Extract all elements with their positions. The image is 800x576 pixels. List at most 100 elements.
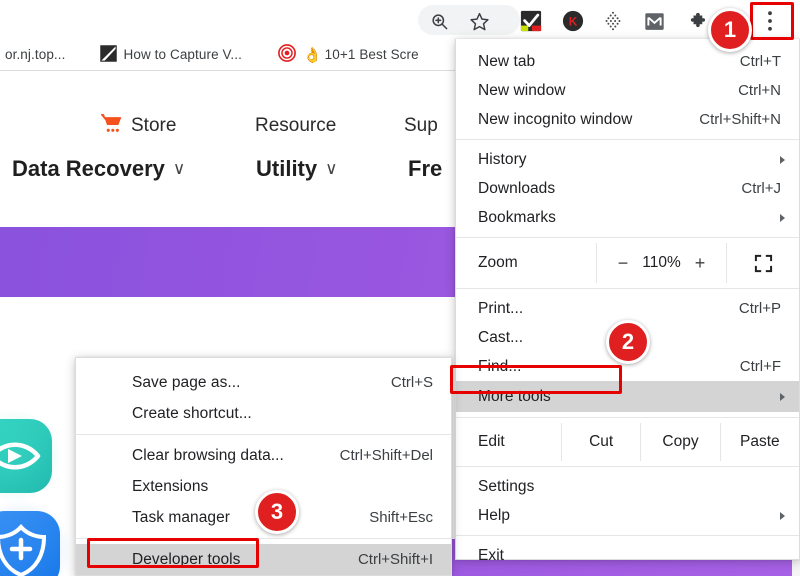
menu-item-print[interactable]: Print... Ctrl+P — [456, 294, 799, 323]
menu-item-label: New tab — [478, 52, 536, 70]
menu-divider — [456, 466, 799, 467]
menu-item-label: Cast... — [478, 328, 524, 346]
menu-item-new-tab[interactable]: New tab Ctrl+T — [456, 47, 799, 76]
menu-item-accel: Ctrl+Shift+N — [699, 111, 781, 128]
submenu-arrow-icon — [780, 213, 785, 222]
menu-item-accel: Ctrl+F — [739, 358, 781, 375]
bookmark-star-icon[interactable] — [466, 8, 492, 34]
nav-item-label: Sup — [404, 115, 438, 136]
data-recovery-app-icon — [0, 409, 62, 503]
chrome-menu-kebab-icon[interactable] — [757, 8, 783, 34]
menu-item-label: Exit — [478, 546, 505, 564]
nav-item-label: Data Recovery — [12, 156, 165, 181]
menu-item-label: Developer tools — [132, 550, 241, 568]
extension-dots-icon[interactable] — [600, 8, 626, 34]
menu-item-label: Help — [478, 506, 511, 524]
menu-item-help[interactable]: Help — [456, 501, 799, 530]
menu-item-label: Bookmarks — [478, 208, 556, 226]
menu-item-label: Downloads — [478, 179, 556, 197]
paste-button[interactable]: Paste — [719, 423, 799, 461]
menu-item-accel: Shift+Esc — [369, 509, 433, 526]
shield-plus-app-icon — [0, 499, 72, 576]
menu-row-edit: Edit Cut Copy Paste — [456, 423, 799, 461]
menu-item-label: Settings — [478, 477, 535, 495]
menu-item-label: New incognito window — [478, 110, 633, 128]
submenu-item-save-page-as[interactable]: Save page as... Ctrl+S — [76, 367, 451, 398]
black-triangle-icon — [99, 44, 117, 65]
nav-item-utility[interactable]: Utility ∨ — [256, 156, 338, 182]
bookmark-title: 10+1 Best Scre — [324, 47, 419, 62]
nav-item-data-recovery[interactable]: Data Recovery ∨ — [12, 156, 185, 182]
menu-item-label: New window — [478, 81, 566, 99]
nav-item-store[interactable]: Store — [100, 113, 176, 139]
bookmark-item-1[interactable]: How to Capture V... — [89, 43, 253, 67]
bookmark-item-0[interactable]: or.nj.top... — [0, 43, 77, 67]
nav-item-label: Store — [131, 115, 177, 136]
nav-item-label: Resource — [255, 115, 337, 136]
menu-item-label: Print... — [478, 299, 524, 317]
menu-item-label: History — [478, 150, 527, 168]
menu-item-new-incognito-window[interactable]: New incognito window Ctrl+Shift+N — [456, 105, 799, 134]
chevron-down-icon: ∨ — [325, 159, 338, 178]
menu-divider — [456, 288, 799, 289]
copy-button[interactable]: Copy — [640, 423, 719, 461]
zoom-level-value: 110% — [642, 254, 681, 271]
extension-k-icon[interactable]: K — [560, 8, 586, 34]
menu-item-accel: Ctrl+N — [738, 82, 781, 99]
zoom-out-button[interactable]: − — [613, 253, 633, 274]
menu-item-accel: Ctrl+Shift+Del — [339, 447, 433, 464]
step-badge-3: 3 — [255, 490, 299, 534]
nav-item-free[interactable]: Fre — [408, 156, 442, 182]
menu-item-label: Clear browsing data... — [132, 446, 284, 464]
nav-item-label: Utility — [256, 156, 318, 181]
submenu-item-clear-browsing-data[interactable]: Clear browsing data... Ctrl+Shift+Del — [76, 440, 451, 471]
menu-item-new-window[interactable]: New window Ctrl+N — [456, 76, 799, 105]
menu-item-label: Find... — [478, 357, 522, 375]
menu-divider — [456, 237, 799, 238]
menu-item-history[interactable]: History — [456, 145, 799, 174]
menu-divider — [456, 417, 799, 418]
bookmark-title: or.nj.top... — [5, 47, 66, 62]
zoom-search-icon[interactable] — [426, 8, 452, 34]
menu-item-downloads[interactable]: Downloads Ctrl+J — [456, 174, 799, 203]
shopping-cart-icon — [100, 113, 122, 139]
submenu-item-developer-tools[interactable]: Developer tools Ctrl+Shift+I — [76, 544, 451, 575]
menu-divider — [456, 139, 799, 140]
cut-button[interactable]: Cut — [561, 423, 640, 461]
bookmark-item-2[interactable]: 👌 10+1 Best Scre — [267, 43, 430, 67]
zoom-label: Zoom — [478, 254, 518, 271]
more-tools-submenu: Save page as... Ctrl+S Create shortcut..… — [75, 357, 452, 576]
bookmark-title: How to Capture V... — [123, 47, 242, 62]
fullscreen-icon[interactable] — [727, 243, 799, 283]
menu-item-label: Save page as... — [132, 373, 241, 391]
menu-item-label: Task manager — [132, 508, 230, 526]
browser-toolbar: K — [0, 0, 800, 39]
menu-item-label: Extensions — [132, 477, 209, 495]
svg-text:K: K — [569, 15, 578, 29]
menu-item-accel: Ctrl+J — [741, 180, 781, 197]
chrome-main-menu: New tab Ctrl+T New window Ctrl+N New inc… — [455, 39, 800, 564]
edit-label: Edit — [478, 433, 505, 450]
menu-item-settings[interactable]: Settings — [456, 472, 799, 501]
nav-item-support[interactable]: Sup — [404, 115, 438, 137]
menu-item-accel: Ctrl+Shift+I — [357, 551, 433, 568]
extension-gmail-icon[interactable] — [641, 8, 667, 34]
submenu-item-create-shortcut[interactable]: Create shortcut... — [76, 398, 451, 429]
submenu-divider — [76, 538, 451, 539]
menu-item-bookmarks[interactable]: Bookmarks — [456, 203, 799, 232]
menu-item-more-tools[interactable]: More tools — [456, 381, 799, 412]
menu-item-exit[interactable]: Exit — [456, 541, 799, 570]
red-target-icon — [278, 44, 296, 65]
extension-todoist-icon[interactable] — [518, 8, 544, 34]
nav-item-label: Fre — [408, 156, 443, 181]
browser-screenshot: K or.nj.top... How to Capture V... 👌 10+… — [0, 0, 800, 576]
menu-item-accel: Ctrl+T — [739, 53, 781, 70]
zoom-in-button[interactable]: + — [690, 253, 710, 274]
menu-item-accel: Ctrl+P — [738, 300, 781, 317]
ok-hand-emoji-icon: 👌 — [302, 46, 322, 64]
submenu-divider — [76, 434, 451, 435]
step-badge-1: 1 — [708, 8, 752, 52]
submenu-arrow-icon — [780, 155, 785, 164]
nav-item-resource[interactable]: Resource — [255, 115, 336, 137]
menu-item-label: More tools — [478, 387, 551, 405]
